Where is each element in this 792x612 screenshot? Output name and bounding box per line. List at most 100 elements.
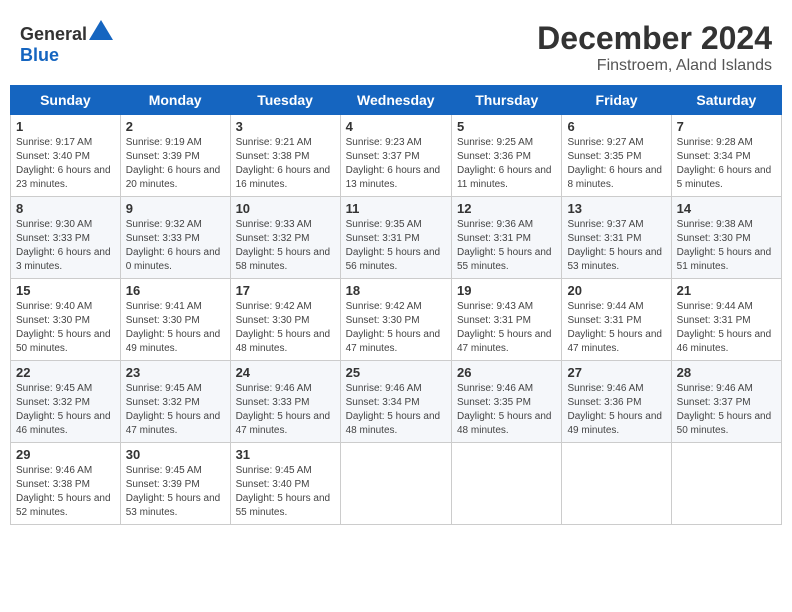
table-row: 29Sunrise: 9:46 AMSunset: 3:38 PMDayligh… [11,443,121,525]
table-row: 26Sunrise: 9:46 AMSunset: 3:35 PMDayligh… [451,361,561,443]
table-row: 9 Sunrise: 9:32 AMSunset: 3:33 PMDaylight… [120,197,230,279]
table-row: 21 Sunrise: 9:44 AMSunset: 3:31 PMDayligh… [671,279,781,361]
day-detail: Sunrise: 9:45 AMSunset: 3:40 PMDaylight:… [236,464,335,520]
table-row: 4Sunrise: 9:23 AMSunset: 3:37 PMDaylight… [340,115,451,197]
location-title: Finstroem, Aland Islands [537,57,772,75]
day-detail: Sunrise: 9:45 AMSunset: 3:32 PMDaylight:… [126,382,225,438]
weekday-header-thursday: Thursday [451,86,561,115]
weekday-header-monday: Monday [120,86,230,115]
day-number: 5 [457,119,556,134]
logo-icon [89,20,113,40]
day-number: 1 [16,119,115,134]
table-row: 3Sunrise: 9:21 AMSunset: 3:38 PMDaylight… [230,115,340,197]
table-row: 7 Sunrise: 9:28 AMSunset: 3:34 PMDaylight… [671,115,781,197]
day-detail: Sunrise: 9:33 AMSunset: 3:32 PMDaylight:… [236,218,335,274]
table-row: 23 Sunrise: 9:45 AMSunset: 3:32 PMDayligh… [120,361,230,443]
table-row: 13 Sunrise: 9:37 AMSunset: 3:31 PMDayligh… [562,197,671,279]
logo: General Blue [20,20,113,66]
table-row: 11 Sunrise: 9:35 AMSunset: 3:31 PMDayligh… [340,197,451,279]
table-row: 24 Sunrise: 9:46 AMSunset: 3:33 PMDayligh… [230,361,340,443]
day-number: 16 [126,283,225,298]
table-row: 2Sunrise: 9:19 AMSunset: 3:39 PMDaylight… [120,115,230,197]
day-number: 22 [16,365,115,380]
day-number: 28 [677,365,776,380]
day-detail: Sunrise: 9:27 AMSunset: 3:35 PMDaylight:… [567,136,665,192]
day-detail: Sunrise: 9:46 AMSunset: 3:36 PMDaylight:… [567,382,665,438]
day-number: 9 [126,201,225,216]
table-row: 16 Sunrise: 9:41 AMSunset: 3:30 PMDayligh… [120,279,230,361]
day-detail: Sunrise: 9:36 AMSunset: 3:31 PMDaylight:… [457,218,556,274]
page-header: General Blue December 2024 Finstroem, Al… [10,10,782,80]
day-number: 27 [567,365,665,380]
day-detail: Sunrise: 9:38 AMSunset: 3:30 PMDaylight:… [677,218,776,274]
day-detail: Sunrise: 9:19 AMSunset: 3:39 PMDaylight:… [126,136,225,192]
weekday-header-sunday: Sunday [11,86,121,115]
calendar-week-1: 1 Sunrise: 9:17 AMSunset: 3:40 PMDaylight… [11,115,782,197]
calendar-week-2: 8 Sunrise: 9:30 AMSunset: 3:33 PMDaylight… [11,197,782,279]
day-number: 21 [677,283,776,298]
weekday-header-saturday: Saturday [671,86,781,115]
day-number: 3 [236,119,335,134]
day-number: 17 [236,283,335,298]
day-detail: Sunrise: 9:41 AMSunset: 3:30 PMDaylight:… [126,300,225,356]
table-row: 8 Sunrise: 9:30 AMSunset: 3:33 PMDaylight… [11,197,121,279]
title-block: December 2024 Finstroem, Aland Islands [537,20,772,75]
day-detail: Sunrise: 9:46 AMSunset: 3:37 PMDaylight:… [677,382,776,438]
table-row [562,443,671,525]
day-detail: Sunrise: 9:43 AMSunset: 3:31 PMDaylight:… [457,300,556,356]
logo-general: General [20,24,87,44]
day-detail: Sunrise: 9:35 AMSunset: 3:31 PMDaylight:… [346,218,446,274]
weekday-header-row: SundayMondayTuesdayWednesdayThursdayFrid… [11,86,782,115]
table-row: 30Sunrise: 9:45 AMSunset: 3:39 PMDayligh… [120,443,230,525]
table-row: 22 Sunrise: 9:45 AMSunset: 3:32 PMDayligh… [11,361,121,443]
day-detail: Sunrise: 9:44 AMSunset: 3:31 PMDaylight:… [677,300,776,356]
table-row [671,443,781,525]
calendar-table: SundayMondayTuesdayWednesdayThursdayFrid… [10,85,782,525]
table-row: 27 Sunrise: 9:46 AMSunset: 3:36 PMDayligh… [562,361,671,443]
day-detail: Sunrise: 9:25 AMSunset: 3:36 PMDaylight:… [457,136,556,192]
table-row: 12Sunrise: 9:36 AMSunset: 3:31 PMDayligh… [451,197,561,279]
day-number: 15 [16,283,115,298]
table-row: 31Sunrise: 9:45 AMSunset: 3:40 PMDayligh… [230,443,340,525]
table-row: 15 Sunrise: 9:40 AMSunset: 3:30 PMDayligh… [11,279,121,361]
table-row: 6Sunrise: 9:27 AMSunset: 3:35 PMDaylight… [562,115,671,197]
table-row: 14 Sunrise: 9:38 AMSunset: 3:30 PMDayligh… [671,197,781,279]
day-number: 11 [346,201,446,216]
day-detail: Sunrise: 9:45 AMSunset: 3:39 PMDaylight:… [126,464,225,520]
day-number: 18 [346,283,446,298]
day-number: 8 [16,201,115,216]
table-row [451,443,561,525]
day-detail: Sunrise: 9:32 AMSunset: 3:33 PMDaylight:… [126,218,225,274]
day-number: 7 [677,119,776,134]
day-detail: Sunrise: 9:30 AMSunset: 3:33 PMDaylight:… [16,218,115,274]
day-detail: Sunrise: 9:42 AMSunset: 3:30 PMDaylight:… [236,300,335,356]
day-detail: Sunrise: 9:40 AMSunset: 3:30 PMDaylight:… [16,300,115,356]
day-detail: Sunrise: 9:46 AMSunset: 3:33 PMDaylight:… [236,382,335,438]
day-detail: Sunrise: 9:46 AMSunset: 3:35 PMDaylight:… [457,382,556,438]
day-detail: Sunrise: 9:17 AMSunset: 3:40 PMDaylight:… [16,136,115,192]
table-row: 28 Sunrise: 9:46 AMSunset: 3:37 PMDayligh… [671,361,781,443]
calendar-week-4: 22 Sunrise: 9:45 AMSunset: 3:32 PMDayligh… [11,361,782,443]
day-detail: Sunrise: 9:28 AMSunset: 3:34 PMDaylight:… [677,136,776,192]
day-detail: Sunrise: 9:44 AMSunset: 3:31 PMDaylight:… [567,300,665,356]
day-detail: Sunrise: 9:45 AMSunset: 3:32 PMDaylight:… [16,382,115,438]
day-number: 20 [567,283,665,298]
table-row: 10 Sunrise: 9:33 AMSunset: 3:32 PMDayligh… [230,197,340,279]
table-row [340,443,451,525]
calendar-week-5: 29Sunrise: 9:46 AMSunset: 3:38 PMDayligh… [11,443,782,525]
day-number: 14 [677,201,776,216]
logo-blue: Blue [20,45,59,65]
table-row: 5 Sunrise: 9:25 AMSunset: 3:36 PMDaylight… [451,115,561,197]
day-number: 13 [567,201,665,216]
table-row: 17 Sunrise: 9:42 AMSunset: 3:30 PMDayligh… [230,279,340,361]
day-number: 24 [236,365,335,380]
day-number: 23 [126,365,225,380]
day-number: 19 [457,283,556,298]
table-row: 18Sunrise: 9:42 AMSunset: 3:30 PMDayligh… [340,279,451,361]
month-title: December 2024 [537,20,772,57]
day-number: 25 [346,365,446,380]
table-row: 20 Sunrise: 9:44 AMSunset: 3:31 PMDayligh… [562,279,671,361]
day-detail: Sunrise: 9:37 AMSunset: 3:31 PMDaylight:… [567,218,665,274]
day-number: 10 [236,201,335,216]
weekday-header-tuesday: Tuesday [230,86,340,115]
